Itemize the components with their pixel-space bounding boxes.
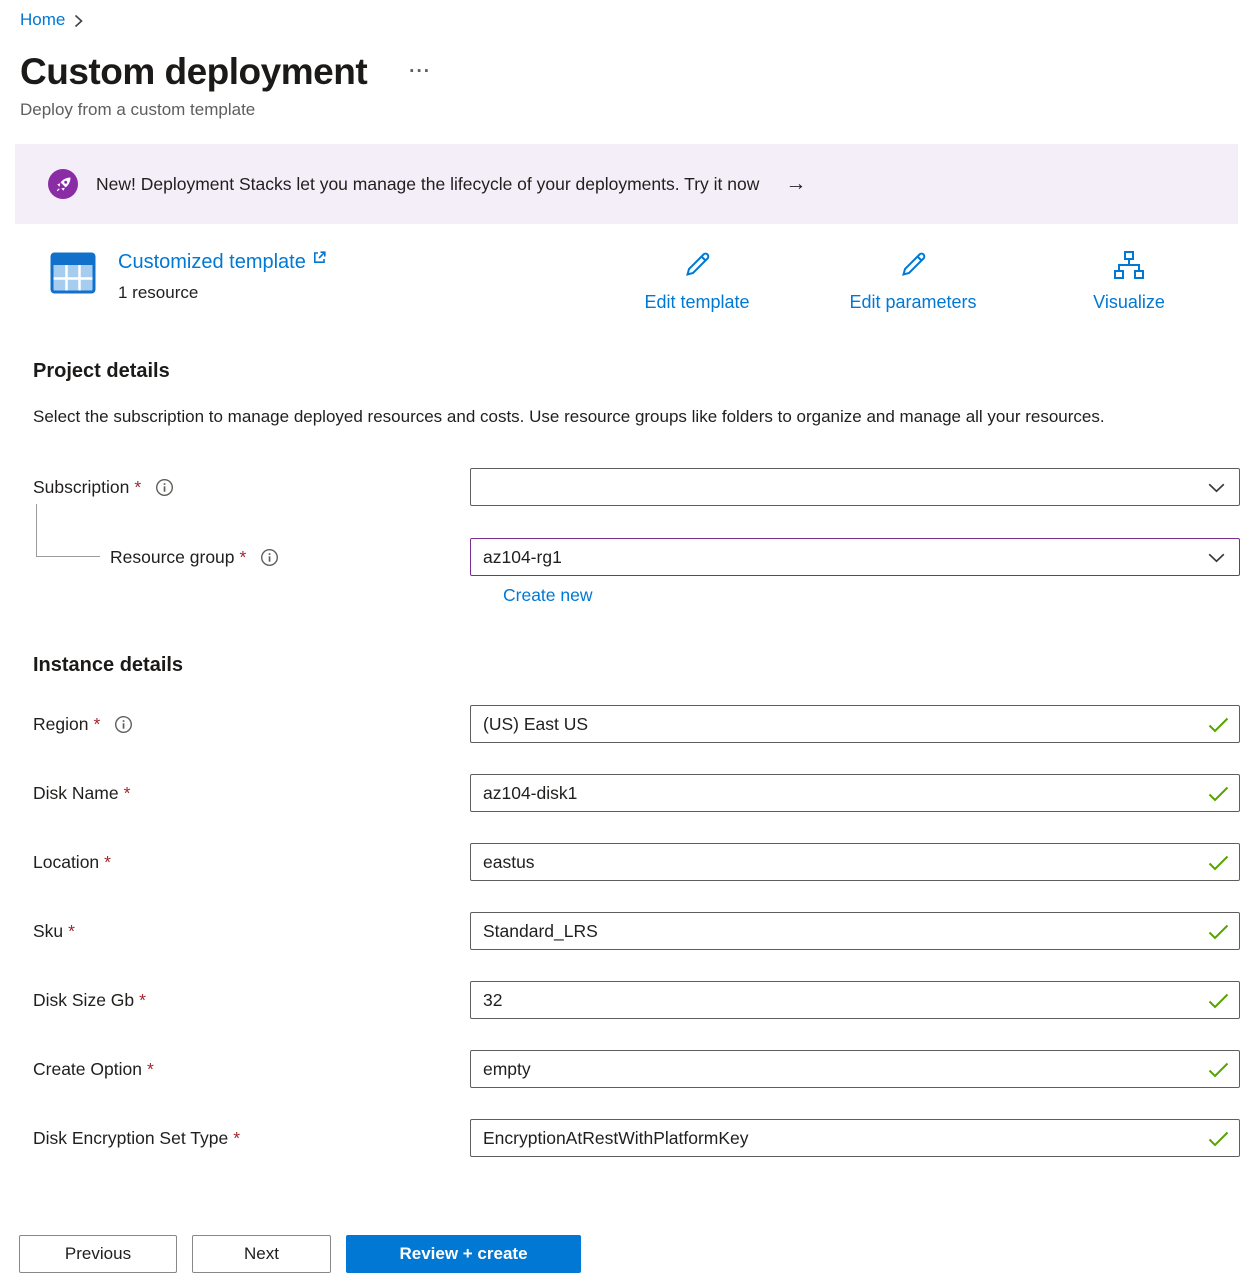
required-asterisk: * bbox=[240, 547, 247, 568]
banner-message[interactable]: New! Deployment Stacks let you manage th… bbox=[96, 174, 759, 195]
project-details-form: Subscription * Resource group * bbox=[33, 468, 1240, 606]
pencil-icon bbox=[682, 250, 712, 280]
valid-check-icon bbox=[1208, 1062, 1229, 1078]
subscription-dropdown[interactable] bbox=[470, 468, 1240, 506]
breadcrumb-chevron-icon bbox=[74, 14, 83, 28]
edit-parameters-button[interactable]: Edit parameters bbox=[805, 250, 1021, 313]
template-summary: Customized template 1 resource Edit temp… bbox=[50, 250, 1237, 313]
field-label: Disk Name bbox=[33, 783, 119, 804]
field-label: Region bbox=[33, 714, 88, 735]
valid-check-icon bbox=[1208, 717, 1229, 733]
more-options-button[interactable]: ··· bbox=[409, 61, 431, 83]
valid-check-icon bbox=[1208, 924, 1229, 940]
breadcrumb: Home bbox=[0, 0, 1253, 30]
instance-details-form: Region * Disk Name * Location * bbox=[33, 705, 1240, 1157]
required-asterisk: * bbox=[124, 783, 131, 804]
page-header: Custom deployment ··· bbox=[0, 50, 1253, 94]
required-asterisk: * bbox=[233, 1128, 240, 1149]
region-label: Region * bbox=[33, 714, 470, 735]
required-asterisk: * bbox=[147, 1059, 154, 1080]
field-label: Subscription bbox=[33, 477, 129, 498]
field-label: Location bbox=[33, 852, 99, 873]
resource-group-dropdown[interactable] bbox=[470, 538, 1240, 576]
create-option-label: Create Option * bbox=[33, 1059, 470, 1080]
page-subtitle: Deploy from a custom template bbox=[0, 100, 1253, 120]
region-input[interactable] bbox=[470, 705, 1240, 743]
create-option-input[interactable] bbox=[470, 1050, 1240, 1088]
sku-input[interactable] bbox=[470, 912, 1240, 950]
action-label: Edit template bbox=[589, 292, 805, 313]
template-actions: Edit template Edit parameters Visualize bbox=[589, 250, 1237, 313]
chevron-down-icon[interactable] bbox=[1208, 483, 1225, 493]
hierarchy-connector bbox=[36, 504, 100, 557]
review-create-button[interactable]: Review + create bbox=[346, 1235, 581, 1273]
disk-size-gb-label: Disk Size Gb * bbox=[33, 990, 470, 1011]
field-label: Sku bbox=[33, 921, 63, 942]
resource-count: 1 resource bbox=[118, 283, 327, 303]
disk-name-label: Disk Name * bbox=[33, 783, 470, 804]
chevron-down-icon[interactable] bbox=[1208, 553, 1225, 563]
external-link-icon[interactable] bbox=[312, 250, 327, 265]
page-title: Custom deployment bbox=[20, 50, 367, 94]
template-icon bbox=[50, 252, 96, 299]
field-label: Disk Size Gb bbox=[33, 990, 134, 1011]
create-new-link[interactable]: Create new bbox=[503, 584, 593, 606]
required-asterisk: * bbox=[68, 921, 75, 942]
required-asterisk: * bbox=[93, 714, 100, 735]
valid-check-icon bbox=[1208, 993, 1229, 1009]
project-details-heading: Project details bbox=[33, 359, 1253, 383]
info-icon[interactable] bbox=[260, 548, 279, 567]
info-icon[interactable] bbox=[114, 715, 133, 734]
next-button[interactable]: Next bbox=[192, 1235, 331, 1273]
field-label: Create Option bbox=[33, 1059, 142, 1080]
previous-button[interactable]: Previous bbox=[19, 1235, 177, 1273]
location-input[interactable] bbox=[470, 843, 1240, 881]
pencil-icon bbox=[898, 250, 928, 280]
rocket-icon bbox=[48, 169, 78, 199]
arrow-right-icon[interactable]: → bbox=[785, 172, 806, 196]
field-label: Resource group bbox=[110, 547, 235, 568]
location-label: Location * bbox=[33, 852, 470, 873]
announcement-banner: New! Deployment Stacks let you manage th… bbox=[15, 144, 1238, 224]
field-label: Disk Encryption Set Type bbox=[33, 1128, 228, 1149]
edit-template-button[interactable]: Edit template bbox=[589, 250, 805, 313]
disk-name-input[interactable] bbox=[470, 774, 1240, 812]
instance-details-heading: Instance details bbox=[33, 653, 1253, 677]
valid-check-icon bbox=[1208, 1131, 1229, 1147]
visualize-button[interactable]: Visualize bbox=[1021, 250, 1237, 313]
valid-check-icon bbox=[1208, 855, 1229, 871]
disk-size-gb-input[interactable] bbox=[470, 981, 1240, 1019]
breadcrumb-home-link[interactable]: Home bbox=[20, 10, 65, 30]
required-asterisk: * bbox=[134, 477, 141, 498]
subscription-label: Subscription * bbox=[33, 477, 470, 498]
action-label: Visualize bbox=[1021, 292, 1237, 313]
sitemap-icon bbox=[1113, 250, 1145, 280]
footer-bar: Previous Next Review + create bbox=[0, 1202, 1253, 1280]
customized-template-link[interactable]: Customized template bbox=[118, 250, 306, 274]
action-label: Edit parameters bbox=[805, 292, 1021, 313]
required-asterisk: * bbox=[139, 990, 146, 1011]
project-details-description: Select the subscription to manage deploy… bbox=[33, 401, 1183, 432]
sku-label: Sku * bbox=[33, 921, 470, 942]
required-asterisk: * bbox=[104, 852, 111, 873]
valid-check-icon bbox=[1208, 786, 1229, 802]
info-icon[interactable] bbox=[155, 478, 174, 497]
disk-encryption-set-type-input[interactable] bbox=[470, 1119, 1240, 1157]
disk-encryption-set-type-label: Disk Encryption Set Type * bbox=[33, 1128, 470, 1149]
